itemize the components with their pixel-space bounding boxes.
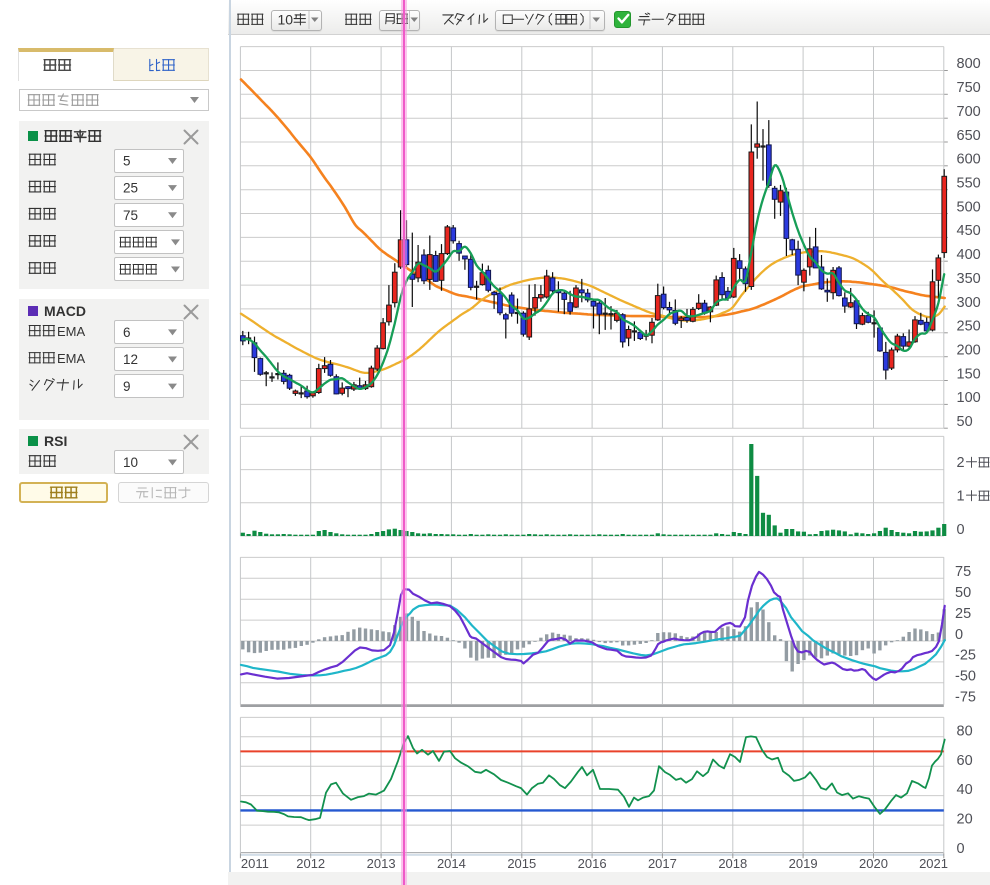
svg-text:350: 350 [957, 271, 981, 287]
svg-text:2019: 2019 [789, 856, 818, 871]
svg-text:2: 2 [957, 455, 965, 471]
svg-text:20: 20 [957, 812, 973, 828]
svg-text:MACD: MACD [44, 303, 86, 319]
svg-text:300: 300 [957, 295, 981, 311]
svg-text:0: 0 [957, 841, 965, 857]
svg-text:80: 80 [957, 723, 973, 739]
svg-text:6: 6 [123, 325, 131, 340]
svg-text:100: 100 [957, 390, 981, 406]
svg-text:50: 50 [955, 585, 971, 601]
svg-text:-50: -50 [955, 669, 976, 685]
svg-text:2011: 2011 [241, 856, 269, 871]
svg-text:450: 450 [957, 223, 981, 239]
svg-text:RSI: RSI [44, 433, 67, 449]
svg-text:800: 800 [957, 56, 981, 72]
svg-text:2012: 2012 [296, 856, 325, 871]
svg-text:400: 400 [957, 247, 981, 263]
svg-text:2015: 2015 [507, 856, 536, 871]
svg-text:2017: 2017 [648, 856, 677, 871]
svg-text:-25: -25 [955, 648, 976, 664]
svg-text:50: 50 [957, 414, 973, 430]
svg-text:25: 25 [955, 606, 971, 622]
svg-text:75: 75 [123, 208, 138, 223]
svg-text:40: 40 [957, 782, 973, 798]
svg-text:750: 750 [957, 80, 981, 96]
svg-text:75: 75 [955, 564, 971, 580]
svg-text:700: 700 [957, 104, 981, 120]
svg-text:25: 25 [123, 181, 138, 196]
svg-text:200: 200 [957, 343, 981, 359]
svg-text:10: 10 [123, 455, 138, 470]
svg-text:EMA: EMA [57, 324, 86, 339]
svg-text:650: 650 [957, 128, 981, 144]
svg-text:2013: 2013 [367, 856, 396, 871]
svg-text:550: 550 [957, 176, 981, 192]
svg-text:500: 500 [957, 199, 981, 215]
svg-text:10: 10 [278, 12, 294, 28]
svg-text:12: 12 [123, 352, 138, 367]
svg-text:EMA: EMA [57, 351, 86, 366]
svg-text:0: 0 [957, 522, 965, 538]
svg-text:0: 0 [955, 627, 963, 643]
svg-text:-75: -75 [955, 690, 976, 706]
svg-text:2020: 2020 [859, 856, 888, 871]
svg-text:150: 150 [957, 366, 981, 382]
svg-text:600: 600 [957, 152, 981, 168]
svg-text:60: 60 [957, 753, 973, 769]
svg-text:250: 250 [957, 319, 981, 335]
svg-text:5: 5 [123, 154, 131, 169]
svg-text:2018: 2018 [718, 856, 747, 871]
svg-text:9: 9 [123, 379, 131, 394]
svg-text:2014: 2014 [437, 856, 466, 871]
svg-text:2016: 2016 [578, 856, 607, 871]
svg-text:1: 1 [957, 489, 965, 505]
svg-text:2021: 2021 [919, 856, 948, 871]
